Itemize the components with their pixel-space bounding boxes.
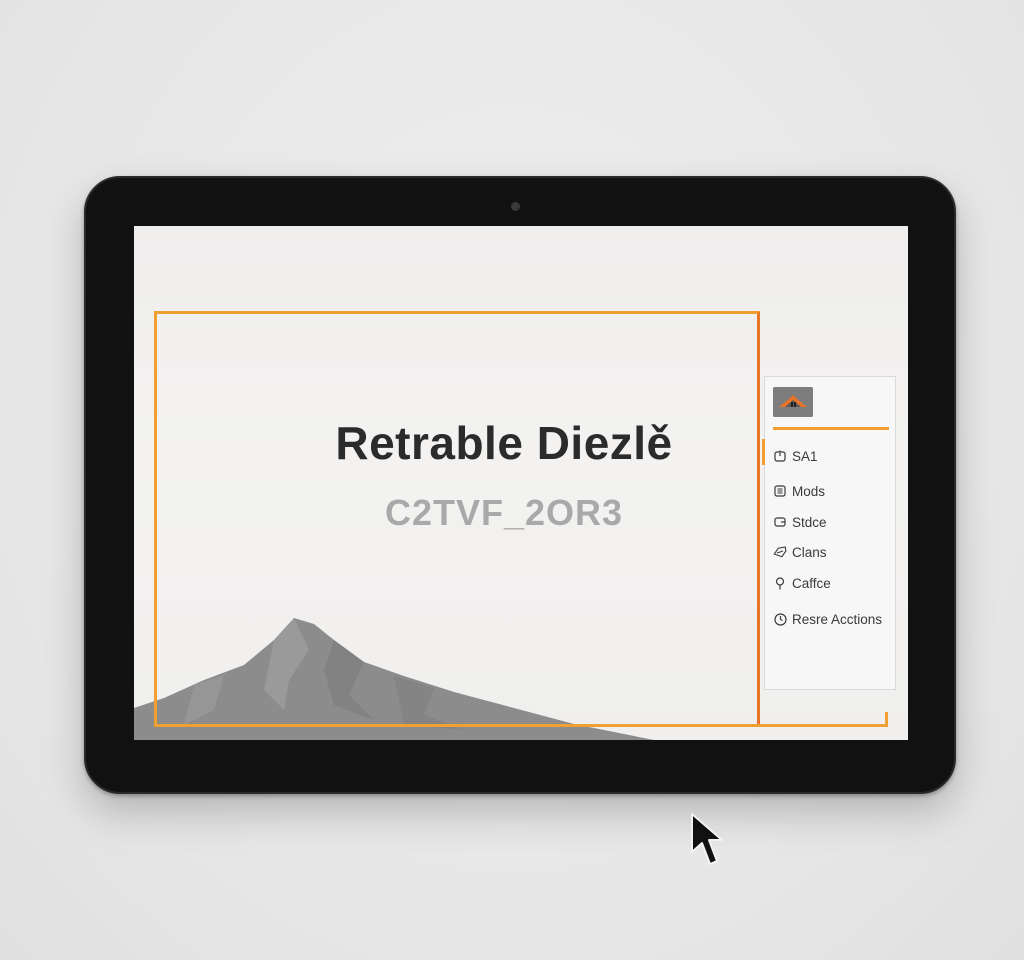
side-menu-label: Caffce	[792, 575, 831, 591]
side-menu-item-sa1[interactable]: SA1	[773, 445, 818, 467]
side-menu-label: Resre Acctions	[792, 611, 883, 627]
side-menu-item-mods[interactable]: Mods	[773, 480, 825, 502]
mountain-thumbnail-icon[interactable]	[773, 387, 813, 417]
page-subtitle: C2TVF_2OR3	[384, 492, 624, 533]
side-menu-item-resre-acctions[interactable]: Resre Acctions	[773, 608, 882, 630]
hero-frame-corner	[885, 712, 888, 727]
hero-frame-bottom-rail	[154, 724, 888, 727]
side-menu-label: Mods	[792, 483, 826, 499]
list-icon	[773, 484, 787, 498]
tablet-device: Retrable Diezlě C2TVF_2OR3 SA1 Mods Stdc…	[84, 176, 956, 794]
clock-icon	[773, 612, 787, 626]
card-icon	[773, 515, 787, 529]
side-menu-label: SA1	[792, 448, 818, 464]
timer-icon	[773, 449, 787, 463]
side-menu-label: Clans	[792, 544, 827, 560]
side-menu-item-stdce[interactable]: Stdce	[773, 511, 827, 533]
tag-icon	[773, 545, 787, 559]
camera-icon	[511, 202, 520, 211]
panel-divider	[773, 427, 889, 430]
tablet-screen[interactable]: Retrable Diezlě C2TVF_2OR3 SA1 Mods Stdc…	[134, 226, 908, 740]
side-menu-item-caffce[interactable]: Caffce	[773, 572, 831, 594]
page-title: Retrable Diezlě	[335, 417, 673, 469]
side-menu-item-clans[interactable]: Clans	[773, 541, 827, 563]
side-menu-label: Stdce	[792, 514, 827, 530]
side-panel: SA1 Mods Stdce Clans Caffce Resre Acctio…	[762, 376, 896, 690]
pin-icon	[773, 576, 787, 590]
mouse-pointer-icon	[691, 813, 723, 865]
active-item-indicator	[762, 439, 765, 465]
